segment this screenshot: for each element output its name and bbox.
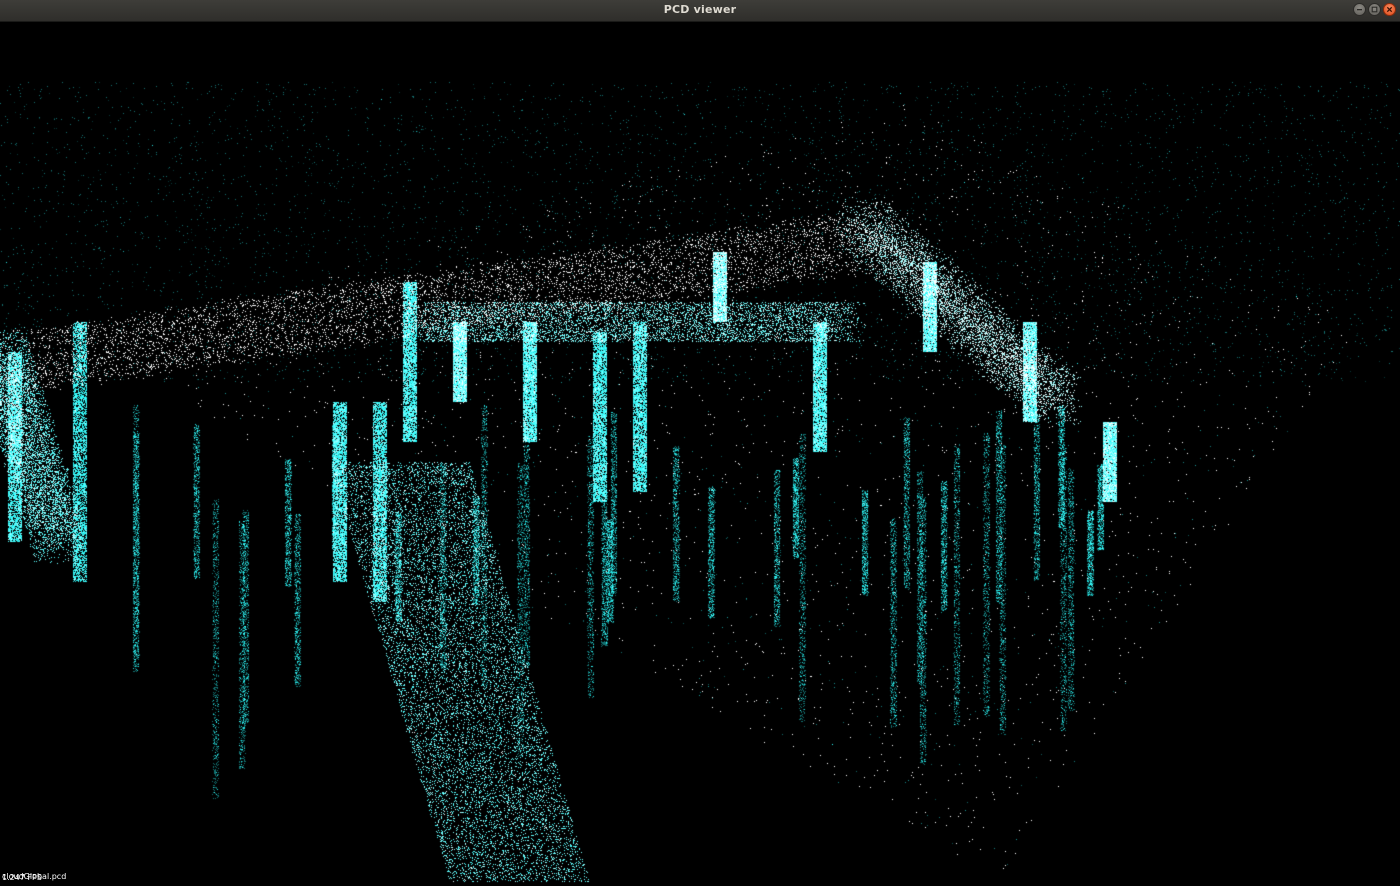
close-icon	[1386, 6, 1393, 13]
file-name-label: cloudGlobal.pcd	[2, 872, 67, 881]
window-controls	[1353, 3, 1396, 16]
point-cloud-canvas[interactable]	[0, 22, 1400, 886]
point-cloud-viewport[interactable]: 1.247 FPS cloudGlobal.pcd	[0, 22, 1400, 886]
minimize-icon	[1357, 9, 1362, 11]
window-title: PCD viewer	[663, 3, 737, 16]
pcd-viewer-window: PCD viewer 1.247 FPS cloudGlobal.pcd	[0, 0, 1400, 886]
close-button[interactable]	[1383, 3, 1396, 16]
maximize-icon	[1371, 6, 1378, 13]
title-bar[interactable]: PCD viewer	[0, 0, 1400, 22]
minimize-button[interactable]	[1353, 3, 1366, 16]
maximize-button[interactable]	[1368, 3, 1381, 16]
